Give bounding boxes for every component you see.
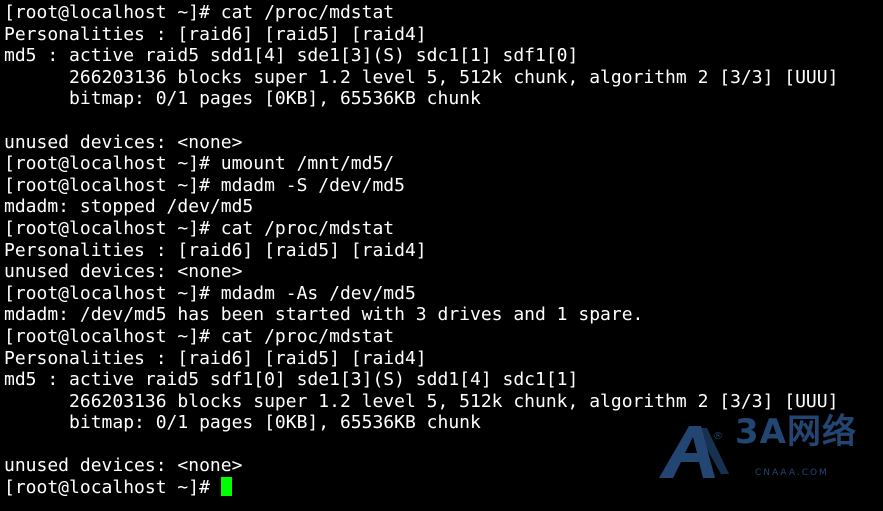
registered-mark: ® xyxy=(713,431,723,442)
terminal-line: mdadm: /dev/md5 has been started with 3 … xyxy=(4,304,644,326)
terminal-line: [root@localhost ~]# cat /proc/mdstat xyxy=(4,217,395,239)
text-cursor xyxy=(220,477,232,497)
terminal-line: md5 : active raid5 sdd1[4] sde1[3](S) sd… xyxy=(4,45,579,67)
terminal-line: [root@localhost ~]# cat /proc/mdstat xyxy=(4,2,395,23)
terminal-line: 266203136 blocks super 1.2 level 5, 512k… xyxy=(4,66,839,88)
terminal-line: unused devices: <none> xyxy=(4,131,243,153)
stylized-a-logo-icon xyxy=(659,426,729,478)
watermark-domain: CNAAA.COM xyxy=(755,468,829,478)
terminal-window[interactable]: [root@localhost ~]# cat /proc/mdstat Per… xyxy=(0,0,883,511)
shell-prompt: [root@localhost ~]# xyxy=(4,477,221,499)
terminal-line: bitmap: 0/1 pages [0KB], 65536KB chunk xyxy=(4,88,481,110)
watermark-logo: ® 3A网络 CNAAA.COM xyxy=(655,412,860,482)
terminal-line: unused devices: <none> xyxy=(4,261,243,283)
terminal-line: Personalities : [raid6] [raid5] [raid4] xyxy=(4,347,427,369)
terminal-line: md5 : active raid5 sdf1[0] sde1[3](S) sd… xyxy=(4,369,579,391)
terminal-line: mdadm: stopped /dev/md5 xyxy=(4,196,254,218)
terminal-line: [root@localhost ~]# umount /mnt/md5/ xyxy=(4,153,395,175)
watermark-brand: 3A网络 xyxy=(735,412,857,452)
terminal-line: [root@localhost ~]# mdadm -As /dev/md5 xyxy=(4,282,416,304)
terminal-line: [root@localhost ~]# cat /proc/mdstat xyxy=(4,325,395,347)
terminal-line: 266203136 blocks super 1.2 level 5, 512k… xyxy=(4,390,839,412)
terminal-line: [root@localhost ~]# mdadm -S /dev/md5 xyxy=(4,174,405,196)
terminal-line: Personalities : [raid6] [raid5] [raid4] xyxy=(4,239,427,261)
terminal-line: Personalities : [raid6] [raid5] [raid4] xyxy=(4,23,427,45)
